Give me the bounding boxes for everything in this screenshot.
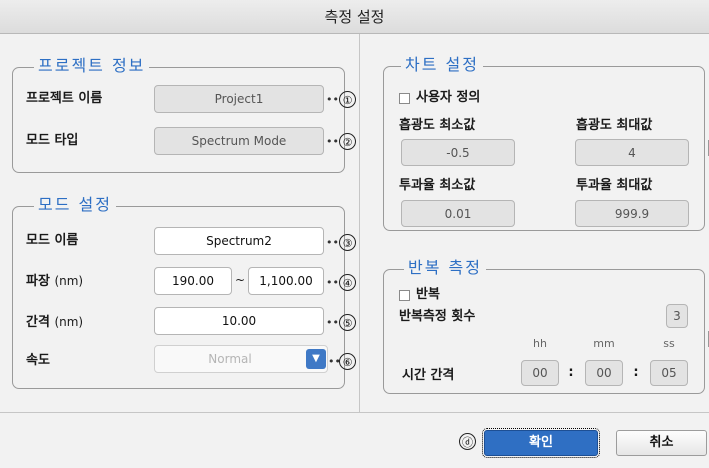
wavelength-from-input[interactable]: 190.00	[154, 267, 232, 295]
hh-mm-colon: :	[568, 365, 574, 380]
repeat-label: 반복	[416, 287, 440, 302]
project-name-label: 프로젝트 이름	[26, 91, 103, 106]
abs-min-label: 흡광도 최소값	[399, 118, 476, 133]
wavelength-separator: ~	[234, 273, 246, 287]
interval-label: 간격 (nm)	[26, 313, 83, 332]
hh-label: hh	[533, 337, 547, 350]
wavelength-to-input[interactable]: 1,100.00	[248, 267, 324, 295]
callout-leader-2: ••	[326, 135, 339, 148]
callout-4: ④	[339, 274, 356, 291]
abs-max-label: 흡광도 최대값	[576, 118, 653, 133]
callout-leader-4: ••	[326, 276, 339, 289]
mode-type-field: Spectrum Mode	[154, 127, 324, 155]
mode-name-label: 모드 이름	[26, 233, 79, 248]
ok-button[interactable]: 확인	[482, 428, 600, 458]
callout-leader-5: ••	[326, 316, 339, 329]
wavelength-label-text: 파장	[26, 274, 50, 289]
custom-label: 사용자 정의	[416, 90, 481, 105]
mode-name-input[interactable]: Spectrum2	[154, 227, 324, 255]
chart-settings-legend: 차트 설정	[401, 55, 483, 75]
chevron-down-icon[interactable]: ▼	[306, 349, 326, 369]
repeat-count-field: 3	[666, 304, 688, 328]
ss-label: ss	[663, 337, 675, 350]
callout-d: ⓓ	[459, 433, 476, 450]
trans-max-field: 999.9	[575, 200, 689, 227]
mm-field: 00	[585, 360, 623, 386]
custom-checkbox[interactable]	[399, 93, 410, 104]
dialog-title: 측정 설정	[0, 0, 709, 34]
project-name-field: Project1	[154, 85, 324, 113]
wavelength-unit: (nm)	[54, 274, 84, 288]
abs-max-field: 4	[575, 139, 689, 166]
callout-2: ②	[339, 133, 356, 150]
interval-input[interactable]: 10.00	[154, 307, 324, 335]
interval-label-text: 간격	[26, 315, 50, 330]
hh-field: 00	[521, 360, 559, 386]
callout-1: ①	[339, 91, 356, 108]
callout-leader-1: ••	[326, 93, 339, 106]
callout-6: ⑥	[339, 353, 356, 370]
column-divider	[359, 34, 360, 412]
speed-label: 속도	[26, 353, 50, 368]
mode-type-label: 모드 타입	[26, 133, 79, 148]
trans-min-field: 0.01	[401, 200, 515, 227]
trans-min-label: 투과율 최소값	[399, 178, 476, 193]
repeat-measure-legend: 반복 측정	[404, 258, 486, 278]
project-info-legend: 프로젝트 정보	[34, 56, 150, 76]
callout-3: ③	[339, 234, 356, 251]
repeat-checkbox[interactable]	[399, 290, 410, 301]
repeat-count-label: 반복측정 횟수	[399, 309, 476, 324]
project-info-group	[12, 67, 345, 173]
speed-select[interactable]: Normal	[154, 345, 328, 373]
speed-value: Normal	[208, 352, 252, 366]
interval-unit: (nm)	[54, 315, 84, 329]
footer-divider	[0, 412, 709, 413]
wavelength-label: 파장 (nm)	[26, 272, 83, 291]
trans-max-label: 투과율 최대값	[576, 178, 653, 193]
abs-min-field: -0.5	[401, 139, 515, 166]
time-interval-label: 시간 간격	[402, 368, 455, 383]
mode-settings-legend: 모드 설정	[34, 195, 116, 215]
callout-leader-3: ••	[326, 236, 339, 249]
cancel-button[interactable]: 취소	[616, 430, 707, 456]
callout-5: ⑤	[339, 314, 356, 331]
mm-ss-colon: :	[633, 365, 639, 380]
ss-field: 05	[650, 360, 688, 386]
mm-label: mm	[593, 337, 615, 350]
